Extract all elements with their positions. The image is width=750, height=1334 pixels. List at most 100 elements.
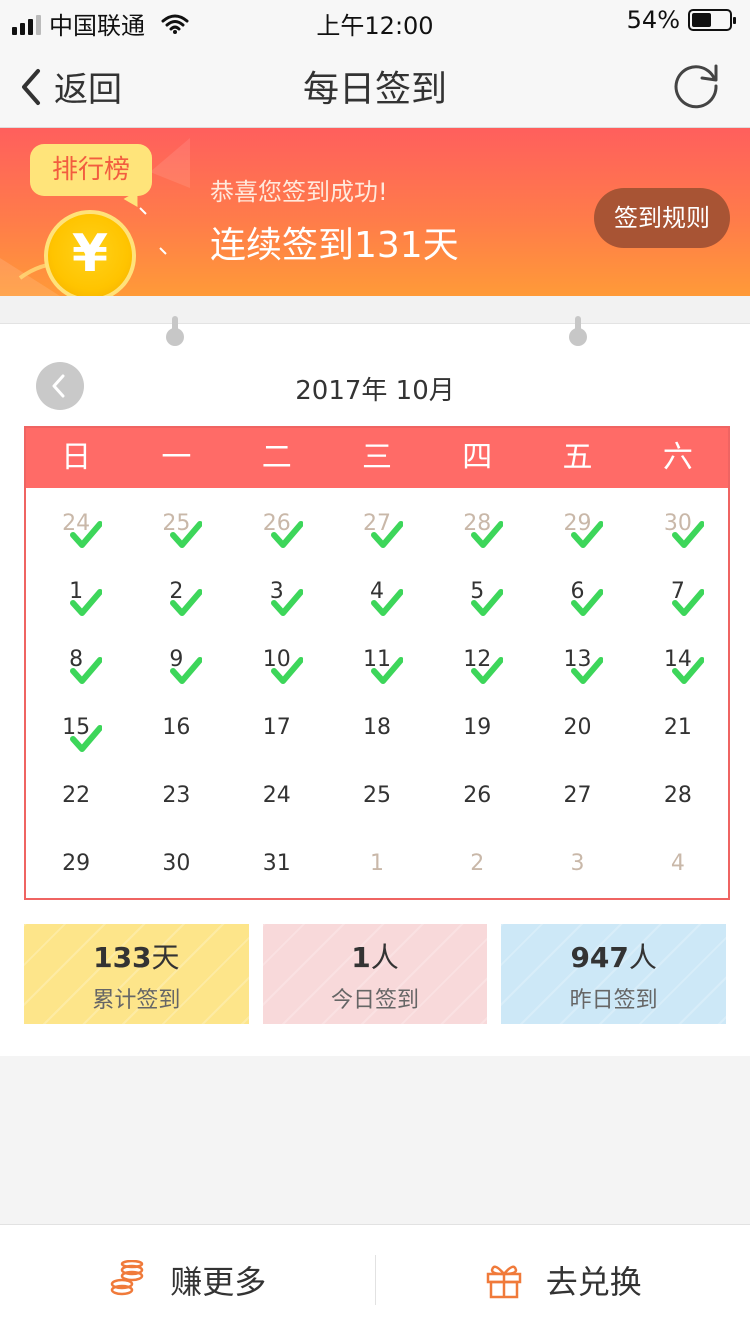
- weekday-label: 四: [462, 440, 493, 475]
- checkmark-icon: [70, 589, 102, 616]
- calendar-day[interactable]: 28: [628, 762, 728, 830]
- calendar-day[interactable]: 23: [126, 762, 226, 830]
- battery-percent: 54%: [626, 6, 680, 34]
- day-number: 28: [663, 783, 692, 808]
- calendar-day[interactable]: 12: [427, 626, 527, 694]
- calendar-day[interactable]: 15: [26, 694, 126, 762]
- signin-success-text: 恭喜您签到成功!: [210, 178, 388, 206]
- calendar-day[interactable]: 30: [628, 490, 728, 558]
- day-number: 21: [663, 715, 692, 740]
- calendar-day[interactable]: 17: [227, 694, 327, 762]
- checkmark-icon: [270, 521, 303, 548]
- calendar-day[interactable]: 3: [227, 558, 327, 626]
- calendar-day[interactable]: 21: [628, 694, 728, 762]
- day-number: 19: [463, 715, 492, 740]
- stat-number: 133: [93, 941, 152, 974]
- calendar-day[interactable]: 4: [327, 558, 427, 626]
- stat-card: 1人 今日签到: [262, 924, 488, 1024]
- calendar-day[interactable]: 27: [527, 762, 627, 830]
- checkmark-icon: [170, 589, 203, 616]
- calendar-day[interactable]: 28: [427, 490, 527, 558]
- calendar-day[interactable]: 24: [26, 490, 126, 558]
- nav-bar: 返回 每日签到: [0, 40, 750, 128]
- calendar-day[interactable]: 11: [327, 626, 427, 694]
- checkmark-icon: [471, 589, 504, 616]
- calendar-day[interactable]: 24: [227, 762, 327, 830]
- calendar-day[interactable]: 2: [126, 558, 226, 626]
- rank-button[interactable]: 排行榜: [30, 144, 152, 196]
- day-number: 17: [262, 715, 291, 740]
- calendar-day[interactable]: 20: [527, 694, 627, 762]
- signin-rules-button[interactable]: 签到规则: [594, 188, 730, 248]
- calendar-day[interactable]: 29: [26, 830, 126, 898]
- calendar-day[interactable]: 16: [126, 694, 226, 762]
- bottom-bar: 赚更多 去兑换: [0, 1224, 750, 1334]
- checkmark-icon: [571, 589, 604, 616]
- stat-value: 133天: [24, 936, 249, 976]
- calendar-day[interactable]: 27: [327, 490, 427, 558]
- weekday-label: 一: [161, 440, 192, 475]
- calendar: 日一二三四五六 24 25 26 27 28 29 30 1 2 3 4 5 6 7 8 9 10 11 12 13 1…: [24, 426, 730, 900]
- calendar-grid: 24 25 26 27 28 29 30 1 2 3 4 5 6 7 8 9 10 11 12 13 14 15 16 17 1…: [26, 490, 728, 898]
- calendar-day[interactable]: 26: [227, 490, 327, 558]
- calendar-day[interactable]: 18: [327, 694, 427, 762]
- calendar-day[interactable]: 29: [527, 490, 627, 558]
- exchange-label: 去兑换: [545, 1262, 642, 1301]
- day-number: 16: [162, 715, 191, 740]
- calendar-day[interactable]: 22: [26, 762, 126, 830]
- yen-symbol: ¥: [71, 224, 109, 284]
- calendar-day[interactable]: 26: [427, 762, 527, 830]
- day-number: 31: [262, 851, 291, 876]
- calendar-week-row: 15 16 17 18 19 20 21: [26, 694, 728, 762]
- calendar-day[interactable]: 25: [126, 490, 226, 558]
- checkmark-icon: [170, 521, 203, 548]
- checkmark-icon: [671, 657, 704, 684]
- calendar-day[interactable]: 4: [628, 830, 728, 898]
- battery-icon: [688, 9, 736, 31]
- day-number: 1: [369, 851, 384, 876]
- checkmark-icon: [70, 725, 102, 752]
- weekday-label: 六: [662, 440, 693, 475]
- calendar-day[interactable]: 14: [628, 626, 728, 694]
- calendar-day[interactable]: 19: [427, 694, 527, 762]
- calendar-day[interactable]: 30: [126, 830, 226, 898]
- checkmark-icon: [571, 521, 604, 548]
- calendar-day[interactable]: 2: [427, 830, 527, 898]
- status-bar: 中国联通 上午12:00 54%: [0, 0, 750, 40]
- calendar-week-row: 8 9 10 11 12 13 14: [26, 626, 728, 694]
- calendar-week-row: 29 30 31 1 2 3 4: [26, 830, 728, 898]
- refresh-icon[interactable]: [670, 58, 722, 110]
- day-number: 20: [563, 715, 592, 740]
- calendar-day[interactable]: 8: [26, 626, 126, 694]
- exchange-button[interactable]: 去兑换: [376, 1225, 750, 1334]
- checkmark-icon: [370, 521, 403, 548]
- stat-unit: 人: [628, 941, 657, 974]
- calendar-day[interactable]: 31: [227, 830, 327, 898]
- calendar-day[interactable]: 25: [327, 762, 427, 830]
- day-number: 4: [670, 851, 685, 876]
- earn-more-button[interactable]: 赚更多: [0, 1225, 375, 1334]
- calendar-day[interactable]: 7: [628, 558, 728, 626]
- day-number: 27: [563, 783, 592, 808]
- calendar-day[interactable]: 5: [427, 558, 527, 626]
- month-title: 2017年 10月: [295, 376, 455, 406]
- checkmark-icon: [170, 657, 203, 684]
- calendar-day[interactable]: 9: [126, 626, 226, 694]
- calendar-day[interactable]: 10: [227, 626, 327, 694]
- stat-value: 947人: [501, 936, 726, 976]
- calendar-day[interactable]: 1: [26, 558, 126, 626]
- calendar-day[interactable]: 6: [527, 558, 627, 626]
- checkmark-icon: [370, 657, 403, 684]
- calendar-day[interactable]: 1: [327, 830, 427, 898]
- calendar-week-row: 22 23 24 25 26 27 28: [26, 762, 728, 830]
- stat-card: 133天 累计签到: [24, 924, 249, 1024]
- stat-unit: 人: [370, 941, 399, 974]
- day-number: 23: [162, 783, 191, 808]
- calendar-day[interactable]: 3: [527, 830, 627, 898]
- checkmark-icon: [471, 657, 504, 684]
- checkmark-icon: [571, 657, 604, 684]
- calendar-day[interactable]: 13: [527, 626, 627, 694]
- weekday-header: 日一二三四五六: [26, 428, 728, 488]
- weekday-label: 三: [361, 440, 392, 475]
- weekday-label: 日: [61, 440, 92, 475]
